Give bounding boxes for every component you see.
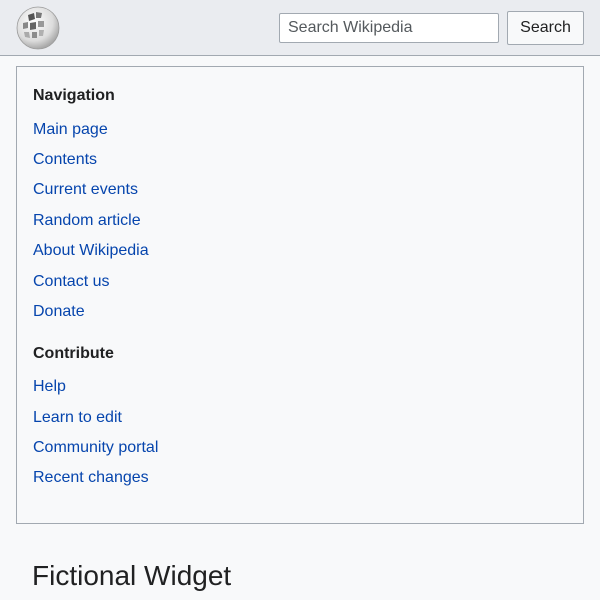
menu-link-main-page[interactable]: Main page bbox=[33, 121, 108, 139]
menu-link-recent-changes[interactable]: Recent changes bbox=[33, 469, 149, 487]
search-button[interactable]: Search bbox=[507, 11, 584, 45]
menu-link-current-events[interactable]: Current events bbox=[33, 181, 138, 199]
menu-link-learn-to-edit[interactable]: Learn to edit bbox=[33, 409, 122, 427]
menu-link-contents[interactable]: Contents bbox=[33, 151, 97, 169]
site-header: Search bbox=[0, 0, 600, 56]
main-menu-panel: Navigation Main page Contents Current ev… bbox=[16, 66, 584, 524]
search-input[interactable] bbox=[279, 13, 499, 43]
menu-link-contact-us[interactable]: Contact us bbox=[33, 273, 109, 291]
menu-heading-contribute: Contribute bbox=[33, 345, 114, 362]
menu-link-donate[interactable]: Donate bbox=[33, 303, 85, 321]
menu-link-help[interactable]: Help bbox=[33, 378, 66, 396]
menu-heading-navigation: Navigation bbox=[33, 87, 115, 104]
page-title: Fictional Widget bbox=[32, 560, 232, 591]
wikipedia-globe-icon[interactable] bbox=[15, 5, 61, 51]
menu-link-random-article[interactable]: Random article bbox=[33, 212, 141, 230]
menu-link-about-wikipedia[interactable]: About Wikipedia bbox=[33, 242, 149, 260]
menu-link-community-portal[interactable]: Community portal bbox=[33, 439, 158, 457]
